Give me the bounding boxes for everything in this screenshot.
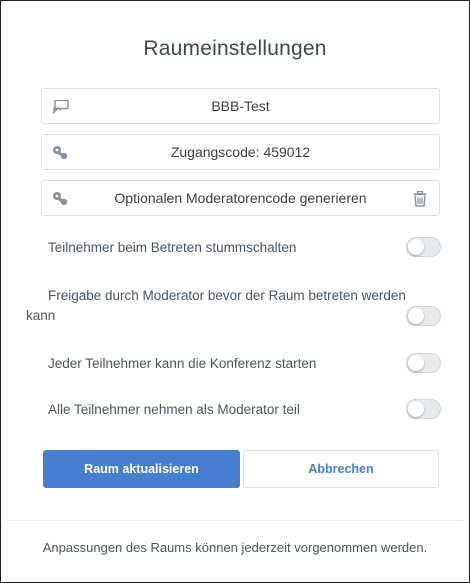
option-all-moderators-label: Alle Teilnehmer nehmen als Moderator tei… — [48, 402, 300, 417]
option-mute-on-join-label: Teilnehmer beim Betreten stummschalten — [48, 240, 297, 255]
presentation-icon — [52, 99, 70, 115]
toggle-knob — [408, 355, 424, 371]
access-code-value: Zugangscode: 459012 — [170, 144, 311, 160]
room-name-field[interactable]: BBB-Test — [41, 88, 440, 124]
moderator-code-label: Optionalen Moderatorencode generieren — [114, 190, 367, 206]
option-anyone-can-start-toggle[interactable] — [406, 353, 441, 373]
cancel-button[interactable]: Abbrechen — [243, 450, 439, 488]
option-mute-on-join-toggle[interactable] — [406, 237, 441, 257]
option-anyone-can-start-label: Jeder Teilnehmer kann die Konferenz star… — [48, 356, 317, 371]
keys-icon — [52, 145, 70, 161]
access-code-field[interactable]: Zugangscode: 459012 — [41, 134, 440, 170]
footer-note: Anpassungen des Raums können jederzeit v… — [42, 540, 428, 555]
update-room-button[interactable]: Raum aktualisieren — [43, 450, 240, 488]
keys-icon — [52, 191, 70, 207]
room-settings-dialog: Raumeinstellungen BBB-Test Zugangscode: … — [0, 0, 470, 583]
footer-divider — [7, 520, 463, 521]
trash-icon[interactable] — [411, 190, 429, 208]
moderator-code-field[interactable]: Optionalen Moderatorencode generieren — [41, 180, 440, 216]
option-moderator-approval-label-line2: kann — [26, 308, 56, 323]
dialog-title: Raumeinstellungen — [143, 37, 327, 60]
room-name-value: BBB-Test — [211, 98, 270, 114]
option-all-moderators-toggle[interactable] — [406, 399, 441, 419]
toggle-knob — [408, 239, 424, 255]
option-moderator-approval-label-line1: Freigabe durch Moderator bevor der Raum … — [48, 288, 406, 303]
option-moderator-approval-toggle[interactable] — [406, 306, 441, 326]
toggle-knob — [408, 308, 424, 324]
toggle-knob — [408, 401, 424, 417]
